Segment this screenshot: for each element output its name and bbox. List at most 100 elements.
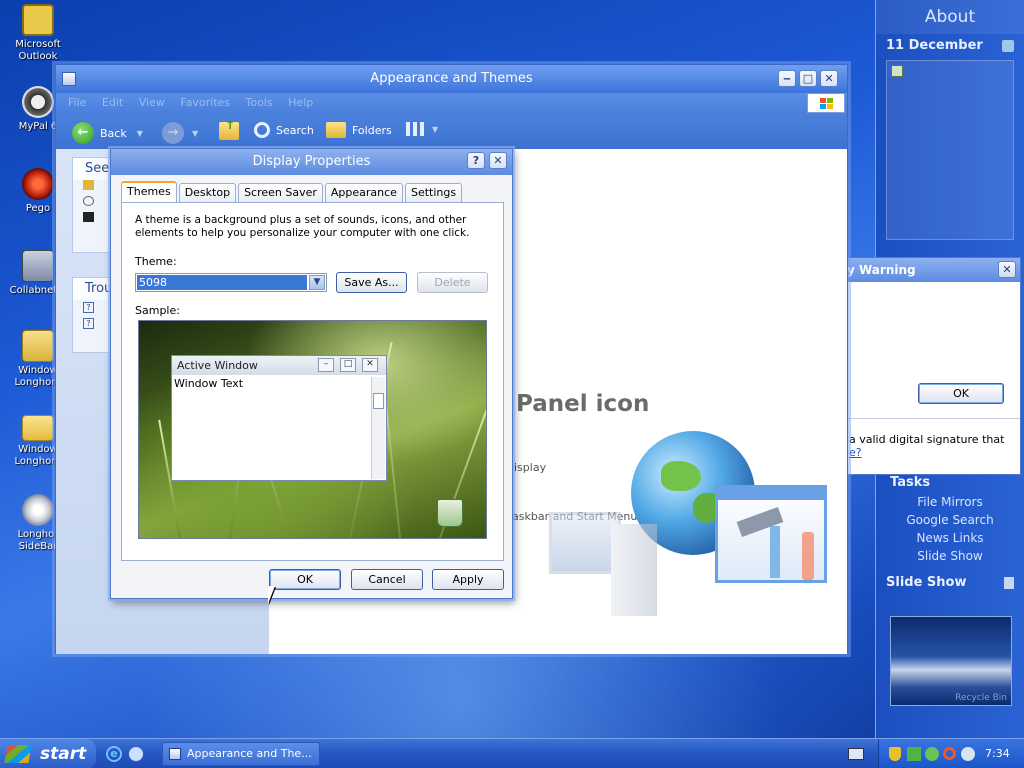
calendar-body — [886, 60, 1014, 240]
explorer-title: Appearance and Themes — [370, 71, 533, 86]
menu-bar: File Edit View Favorites Tools Help — [56, 93, 847, 113]
slideshow-options-icon[interactable] — [1004, 577, 1014, 589]
sample-label: Sample: — [135, 304, 180, 317]
display-properties-dialog: Display Properties ? ✕ Themes Desktop Sc… — [110, 148, 513, 599]
security-shield-icon[interactable] — [889, 747, 901, 761]
task-link-file-mirrors[interactable]: File Mirrors — [880, 493, 1020, 511]
sample-scrollbar — [371, 377, 385, 479]
calendar-pin-icon[interactable] — [1002, 40, 1014, 52]
tab-appearance[interactable]: Appearance — [324, 183, 403, 202]
cancel-button[interactable]: Cancel — [351, 569, 423, 590]
windows-logo-icon — [4, 745, 32, 763]
network-tray-icon[interactable] — [907, 747, 921, 761]
tab-settings[interactable]: Settings — [404, 183, 463, 202]
back-dropdown-icon[interactable]: ▼ — [137, 129, 143, 138]
views-button[interactable]: ▼ — [406, 122, 438, 136]
task-link-google-search[interactable]: Google Search — [880, 511, 1020, 529]
menu-file[interactable]: File — [68, 96, 86, 109]
quicklaunch-app-icon[interactable] — [128, 746, 144, 762]
forward-dropdown-icon[interactable]: ▼ — [192, 129, 198, 138]
sidebar-about-title[interactable]: About — [876, 0, 1024, 34]
explorer-title-bar[interactable]: Appearance and Themes ‒ □ ✕ — [56, 65, 847, 93]
warning-title-bar: y Warning ✕ — [847, 258, 1020, 282]
menu-favorites[interactable]: Favorites — [180, 96, 230, 109]
fonts-folder-icon — [83, 180, 94, 190]
delete-button[interactable]: Delete — [417, 272, 488, 293]
system-tray: 7:34 PM — [878, 739, 1024, 768]
sample-window-text: Window Text — [174, 377, 244, 390]
explorer-toolbar: ← Back ▼ → ▼ ↑ Search Folders ▼ — [56, 113, 847, 149]
dialog-title-bar[interactable]: Display Properties ? ✕ — [111, 149, 512, 175]
sidebar-app-icon — [22, 494, 54, 526]
zip-folder-icon — [22, 330, 54, 362]
folders-icon — [326, 122, 346, 138]
task-link-news-links[interactable]: News Links — [880, 529, 1020, 547]
theme-description: A theme is a background plus a set of so… — [135, 214, 470, 239]
warning-message: a valid digital signature that — [849, 433, 1005, 446]
forward-button[interactable]: → ▼ — [162, 122, 198, 144]
help-icon: ? — [83, 302, 94, 313]
save-as-button[interactable]: Save As... — [336, 272, 407, 293]
up-folder-button[interactable]: ↑ — [219, 118, 239, 140]
accessibility-icon — [83, 212, 94, 222]
pego-icon — [22, 168, 54, 200]
back-button[interactable]: ← Back ▼ — [72, 122, 143, 144]
views-dropdown-icon: ▼ — [432, 124, 439, 134]
mouse-pointer-icon — [83, 196, 94, 206]
desktop-icon-outlook[interactable]: Microsoft Outlook — [6, 4, 70, 63]
menu-view[interactable]: View — [139, 96, 165, 109]
slideshow-caption: Recycle Bin — [955, 693, 1007, 703]
keyboard-icon[interactable] — [848, 748, 864, 760]
folder-icon — [22, 415, 54, 441]
sample-window-title: Active Window – □ ✕ — [172, 356, 386, 375]
tab-desktop[interactable]: Desktop — [178, 183, 237, 202]
views-grid-icon — [406, 122, 426, 136]
close-button[interactable]: ✕ — [820, 70, 838, 87]
warning-more-info-link[interactable]: e? — [849, 446, 862, 459]
dialog-help-button[interactable]: ? — [467, 152, 485, 169]
ie-quicklaunch-icon[interactable]: e — [106, 746, 122, 762]
calendar-tile: 11 December — [880, 34, 1020, 244]
network-icon — [22, 250, 54, 282]
sample-minimize-icon: – — [318, 358, 334, 372]
taskbar: start e Appearance and The... 7:34 PM — [0, 738, 1024, 768]
theme-select[interactable]: 5098 ▼ — [135, 273, 327, 292]
slideshow-title: Slide Show — [886, 575, 967, 590]
tasks-title: Tasks — [890, 475, 931, 490]
dialog-close-button[interactable]: ✕ — [489, 152, 507, 169]
search-button[interactable]: Search — [254, 122, 314, 138]
menu-tools[interactable]: Tools — [246, 96, 273, 109]
minimize-button[interactable]: ‒ — [778, 70, 796, 87]
maximize-button[interactable]: □ — [799, 70, 817, 87]
computer-illustration-icon — [549, 504, 661, 620]
windows-flag-icon — [807, 93, 845, 113]
dialog-tabs: Themes Desktop Screen Saver Appearance S… — [121, 181, 464, 203]
slideshow-image[interactable]: Recycle Bin — [890, 616, 1012, 706]
menu-edit[interactable]: Edit — [102, 96, 123, 109]
taskbar-item-appearance[interactable]: Appearance and The... — [162, 742, 320, 766]
messenger-tray-icon[interactable] — [925, 747, 939, 761]
apply-button[interactable]: Apply — [432, 569, 504, 590]
menu-help[interactable]: Help — [288, 96, 313, 109]
sample-active-window: Active Window – □ ✕ Window Text — [171, 355, 387, 481]
outlook-icon — [22, 4, 54, 36]
volume-tray-icon[interactable] — [961, 747, 975, 761]
ok-button[interactable]: OK — [269, 569, 341, 590]
folders-button[interactable]: Folders — [326, 122, 392, 138]
chevron-down-icon[interactable]: ▼ — [309, 275, 325, 290]
theme-select-value: 5098 — [137, 275, 307, 290]
tab-themes[interactable]: Themes — [121, 181, 177, 202]
task-link-slide-show[interactable]: Slide Show — [880, 547, 1020, 565]
search-tray-icon[interactable] — [943, 747, 956, 760]
clock[interactable]: 7:34 PM — [985, 739, 1024, 768]
explorer-app-icon — [62, 72, 76, 86]
warning-close-button[interactable]: ✕ — [998, 261, 1016, 278]
content-link-display[interactable]: isplay — [514, 461, 546, 474]
theme-sample-preview: Active Window – □ ✕ Window Text — [138, 320, 487, 539]
warning-divider — [847, 418, 1020, 419]
tab-screen-saver[interactable]: Screen Saver — [238, 183, 323, 202]
mouse-cursor-icon — [268, 586, 275, 604]
start-button[interactable]: start — [0, 739, 96, 768]
warning-ok-button[interactable]: OK — [918, 383, 1004, 404]
sample-close-icon: ✕ — [362, 358, 378, 372]
